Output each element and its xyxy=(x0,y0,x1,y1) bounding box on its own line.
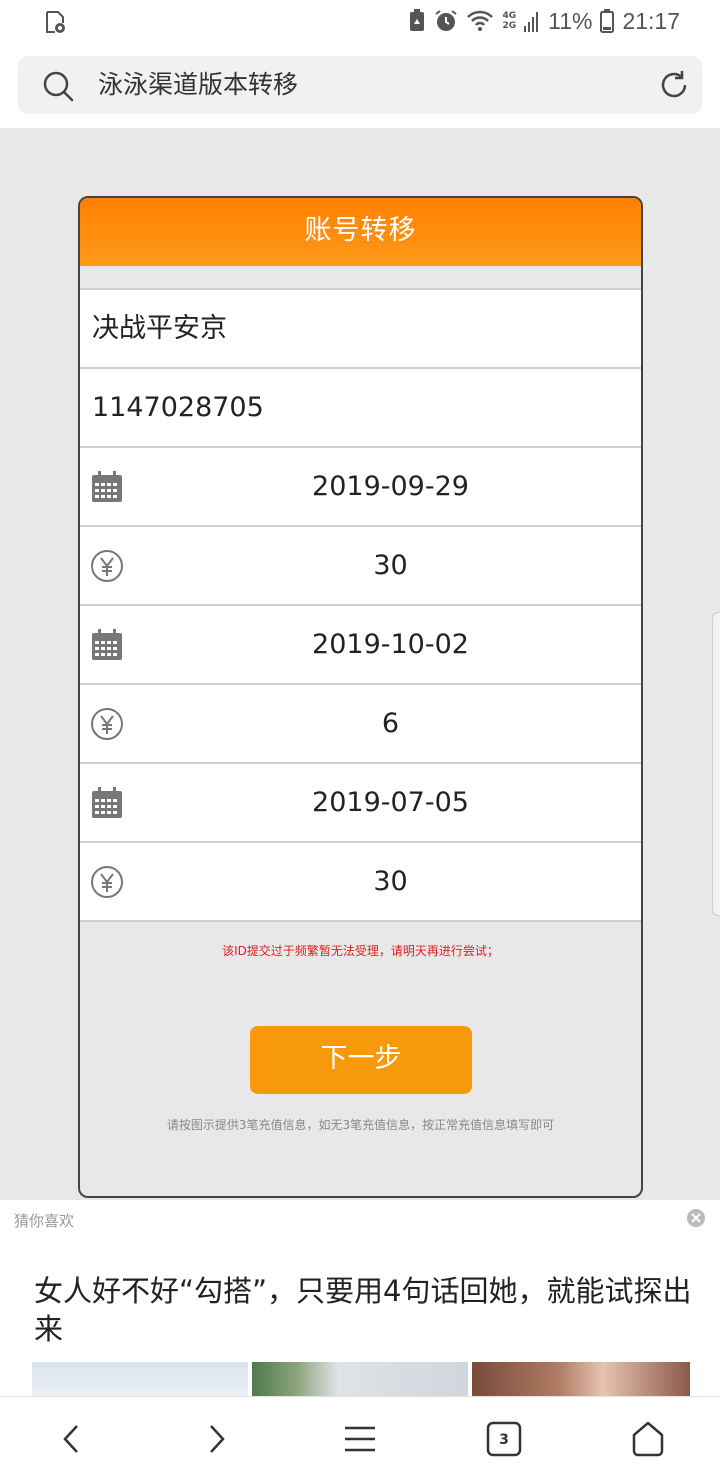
network-top: 4G xyxy=(502,11,517,21)
card-title: 账号转移 xyxy=(80,198,641,266)
hint-text: 请按图示提供3笔充值信息，如无3笔充值信息，按正常充值信息填写即可 xyxy=(166,1118,555,1132)
date-value-3[interactable]: 2019-07-05 xyxy=(140,764,641,841)
menu-icon[interactable] xyxy=(338,1417,382,1461)
next-step-button[interactable]: 下一步 xyxy=(250,1026,472,1094)
article-image-2[interactable] xyxy=(252,1362,468,1396)
tabs-icon[interactable]: 3 xyxy=(482,1417,526,1461)
status-bar: 4G 2G 11% 21:17 xyxy=(0,0,720,44)
battery-percent: 11% xyxy=(548,7,593,34)
yuan-icon xyxy=(91,866,123,898)
browser-toolbar: 泳泳渠道版本转移 xyxy=(0,44,720,128)
calendar-icon xyxy=(92,629,122,660)
signal-icon xyxy=(524,12,539,32)
tab-count: 3 xyxy=(499,1432,509,1448)
server-value[interactable]: 决战平安京 xyxy=(92,290,227,367)
amount-value-3[interactable]: 30 xyxy=(140,843,641,920)
date-value-1[interactable]: 2019-09-29 xyxy=(140,448,641,525)
home-icon[interactable] xyxy=(626,1417,670,1461)
article-image-1[interactable] xyxy=(32,1362,248,1396)
account-id-field[interactable]: 1147028705 xyxy=(80,367,641,446)
article-title[interactable]: 女人好不好“勾搭”，只要用4句话回她，就能试探出来 xyxy=(34,1272,694,1348)
recycle-icon xyxy=(410,9,425,31)
screen-cast-icon xyxy=(46,11,65,33)
date-value-2[interactable]: 2019-10-02 xyxy=(140,606,641,683)
forward-icon[interactable] xyxy=(194,1417,238,1461)
yuan-icon xyxy=(91,550,123,582)
alarm-icon xyxy=(435,10,458,31)
amount-field-1[interactable]: 30 xyxy=(80,525,641,604)
address-text[interactable]: 泳泳渠道版本转移 xyxy=(98,56,298,114)
amount-field-2[interactable]: 6 xyxy=(80,683,641,762)
recommend-label: 猜你喜欢 xyxy=(14,1212,75,1230)
search-icon xyxy=(43,71,74,102)
account-id-value[interactable]: 1147028705 xyxy=(92,369,264,446)
wifi-icon xyxy=(467,10,494,31)
amount-value-2[interactable]: 6 xyxy=(140,685,641,762)
date-field-2[interactable]: 2019-10-02 xyxy=(80,604,641,683)
calendar-icon xyxy=(92,787,122,818)
error-message: 该ID提交过于频繁暂无法受理，请明天再进行尝试； xyxy=(222,944,499,958)
bottom-nav: 3 xyxy=(0,1396,720,1480)
back-icon[interactable] xyxy=(50,1417,94,1461)
close-icon[interactable] xyxy=(686,1208,706,1228)
date-field-3[interactable]: 2019-07-05 xyxy=(80,762,641,841)
network-bottom: 2G xyxy=(502,21,517,31)
account-transfer-card: 账号转移 决战平安京 1147028705 2019-09-29 30 2019… xyxy=(78,196,643,1198)
amount-field-3[interactable]: 30 xyxy=(80,841,641,920)
refresh-icon[interactable] xyxy=(658,69,690,101)
network-type: 4G 2G xyxy=(502,11,516,31)
recommendation-panel: 猜你喜欢 女人好不好“勾搭”，只要用4句话回她，就能试探出来 xyxy=(0,1200,720,1396)
amount-value-1[interactable]: 30 xyxy=(140,527,641,604)
battery-icon xyxy=(600,9,615,33)
yuan-icon xyxy=(91,708,123,740)
article-image-3[interactable] xyxy=(472,1362,690,1396)
edge-panel-handle[interactable] xyxy=(712,612,720,916)
address-bar[interactable]: 泳泳渠道版本转移 xyxy=(18,56,702,114)
calendar-icon xyxy=(92,471,122,502)
server-field[interactable]: 决战平安京 xyxy=(80,288,641,367)
status-icons: 4G 2G 11% 21:17 xyxy=(408,6,680,36)
form-rows: 决战平安京 1147028705 2019-09-29 30 2019-10-0… xyxy=(80,288,641,922)
date-field-1[interactable]: 2019-09-29 xyxy=(80,446,641,525)
clock: 21:17 xyxy=(622,7,680,34)
